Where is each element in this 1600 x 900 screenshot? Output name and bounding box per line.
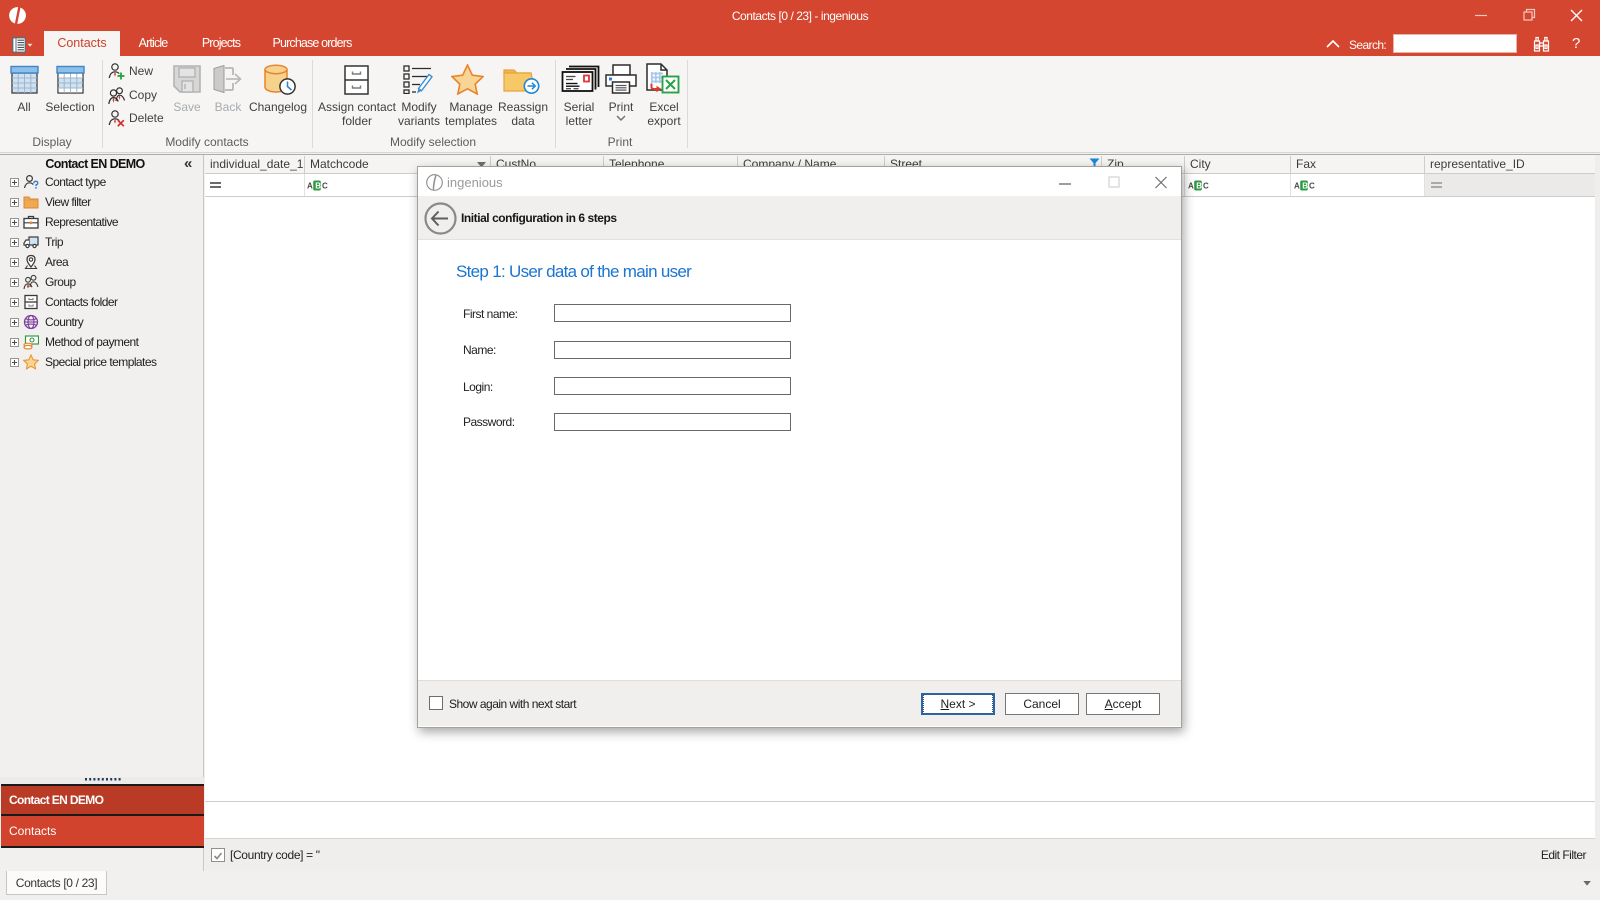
svg-text:C: C (322, 182, 328, 191)
svg-text:C: C (1309, 182, 1315, 191)
svg-text:B: B (315, 182, 321, 191)
svg-text:C: C (1203, 182, 1209, 191)
svg-text:A: A (1188, 182, 1194, 191)
svg-text:B: B (1196, 182, 1202, 191)
svg-text:A: A (307, 182, 313, 191)
svg-text:A: A (1294, 182, 1300, 191)
svg-text:B: B (1302, 182, 1308, 191)
